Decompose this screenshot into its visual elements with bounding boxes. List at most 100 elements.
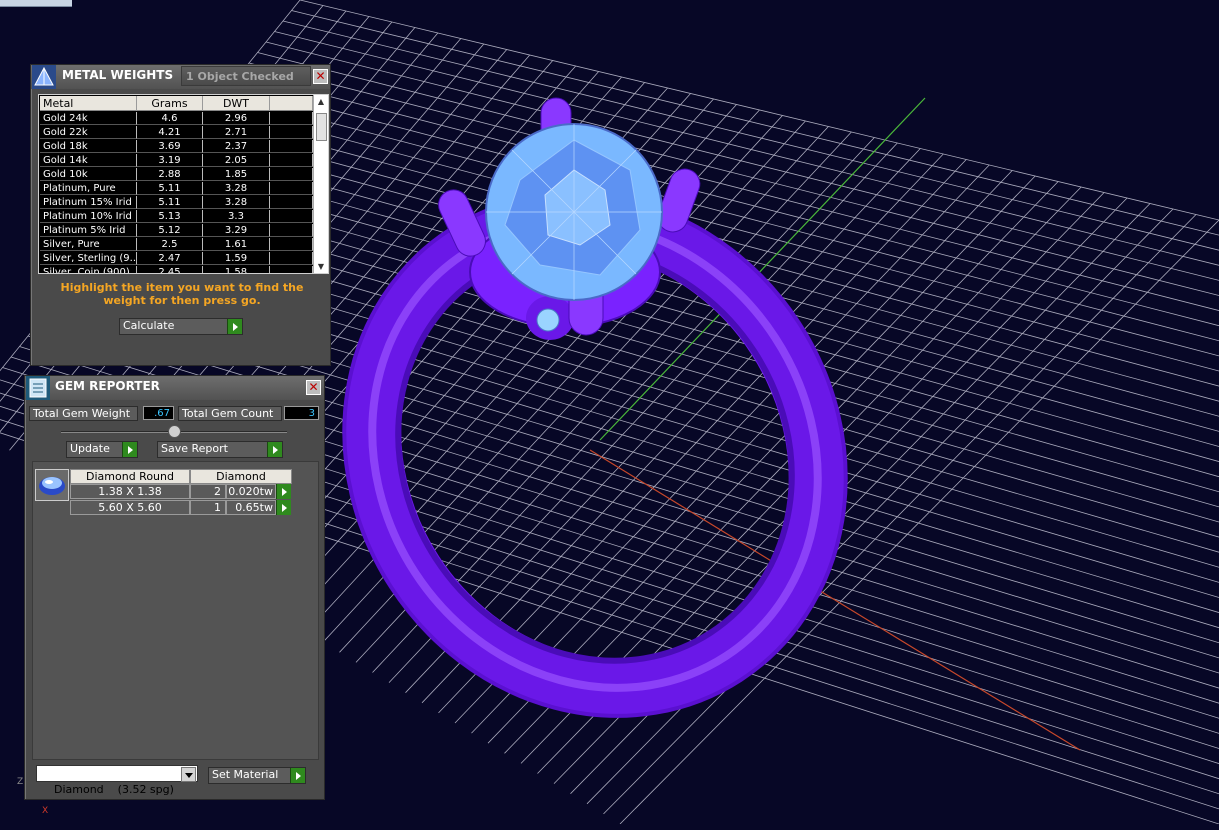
metal-table-scrollbar[interactable]: ▲ ▼ [313,95,328,273]
gem-row-1-go-button[interactable] [276,484,291,499]
set-material-button[interactable]: Set Material [208,767,306,784]
column-header-dwt[interactable]: DWT [203,96,270,111]
metal-weights-titlebar[interactable]: METAL WEIGHTS 1 Object Checked ✕ [31,65,330,89]
top-tab[interactable] [0,0,72,7]
table-row[interactable]: Gold 22k4.212.71 [39,126,311,140]
update-button[interactable]: Update [66,441,138,458]
metal-name-cell[interactable]: Silver, Sterling (9... [40,252,137,265]
grams-cell[interactable]: 5.11 [137,182,203,195]
scroll-thumb[interactable] [316,113,327,141]
grams-cell[interactable]: 5.13 [137,210,203,223]
blank-cell[interactable] [270,196,313,209]
dwt-cell[interactable]: 1.58 [203,266,270,274]
go-arrow-icon[interactable] [290,768,305,783]
dwt-cell[interactable]: 2.37 [203,140,270,153]
table-row[interactable]: Gold 18k3.692.37 [39,140,311,154]
table-row[interactable]: Gold 10k2.881.85 [39,168,311,182]
table-row[interactable]: Gold 24k4.62.96 [39,112,311,126]
blank-cell[interactable] [270,224,313,237]
grams-cell[interactable]: 3.69 [137,140,203,153]
table-row[interactable]: Platinum 15% Irid5.113.28 [39,196,311,210]
grams-cell[interactable]: 4.21 [137,126,203,139]
go-arrow-icon[interactable] [276,484,291,499]
blank-cell[interactable] [270,182,313,195]
blank-cell[interactable] [270,210,313,223]
checked-status-tab[interactable]: 1 Object Checked [181,66,311,86]
table-row[interactable]: Silver, Pure2.51.61 [39,238,311,252]
grams-cell[interactable]: 2.88 [137,168,203,181]
gem-row-2-count[interactable]: 1 [190,500,226,515]
dwt-cell[interactable]: 1.85 [203,168,270,181]
metal-name-cell[interactable]: Platinum 10% Irid [40,210,137,223]
dwt-cell[interactable]: 3.28 [203,196,270,209]
blank-cell[interactable] [270,140,313,153]
blank-cell[interactable] [270,112,313,125]
gem-row-2-weight[interactable]: 0.65tw [226,500,276,515]
gem-header-material: Diamond [190,469,292,484]
gem-row-1-weight[interactable]: 0.020tw [226,484,276,499]
scroll-up-icon[interactable]: ▲ [314,95,328,108]
blank-cell[interactable] [270,266,313,274]
total-gem-weight-value: .67 [143,406,174,420]
metal-weights-table[interactable]: Metal Grams DWT Gold 24k4.62.96Gold 22k4… [38,94,329,274]
grams-cell[interactable]: 2.5 [137,238,203,251]
gem-row-2-go-button[interactable] [276,500,291,515]
gem-row-2-size[interactable]: 5.60 X 5.60 [70,500,190,515]
metal-name-cell[interactable]: Gold 14k [40,154,137,167]
metal-name-cell[interactable]: Silver, Pure [40,238,137,251]
grams-cell[interactable]: 5.12 [137,224,203,237]
calculate-button[interactable]: Calculate [119,318,243,335]
gem-reporter-titlebar[interactable]: GEM REPORTER ✕ [25,376,324,400]
axis-x-label: X [42,806,48,816]
dwt-cell[interactable]: 1.61 [203,238,270,251]
metal-name-cell[interactable]: Gold 22k [40,126,137,139]
grams-cell[interactable]: 2.45 [137,266,203,274]
blank-cell[interactable] [270,154,313,167]
close-icon[interactable]: ✕ [306,380,321,395]
go-arrow-icon[interactable] [267,442,282,457]
dwt-cell[interactable]: 2.71 [203,126,270,139]
table-row[interactable]: Gold 14k3.192.05 [39,154,311,168]
table-row[interactable]: Silver, Coin (900)2.451.58 [39,266,311,274]
dwt-cell[interactable]: 2.05 [203,154,270,167]
material-select[interactable]: Diamond (3.52 spg) [36,765,198,782]
column-header-metal[interactable]: Metal [40,96,137,111]
metal-name-cell[interactable]: Silver, Coin (900) [40,266,137,274]
metal-name-cell[interactable]: Gold 18k [40,140,137,153]
metal-name-cell[interactable]: Gold 10k [40,168,137,181]
dwt-cell[interactable]: 3.3 [203,210,270,223]
go-arrow-icon[interactable] [122,442,137,457]
table-row[interactable]: Silver, Sterling (9...2.471.59 [39,252,311,266]
dwt-cell[interactable]: 3.29 [203,224,270,237]
gem-row-1-count[interactable]: 2 [190,484,226,499]
table-row[interactable]: Platinum 5% Irid5.123.29 [39,224,311,238]
dwt-cell[interactable]: 3.28 [203,182,270,195]
go-arrow-icon[interactable] [276,500,291,515]
close-icon[interactable]: ✕ [313,69,328,84]
gem-thumbnail-icon[interactable] [35,469,69,501]
dwt-cell[interactable]: 2.96 [203,112,270,125]
slider-handle[interactable] [168,425,181,438]
metal-name-cell[interactable]: Gold 24k [40,112,137,125]
scroll-down-icon[interactable]: ▼ [314,260,328,273]
blank-cell[interactable] [270,252,313,265]
grams-cell[interactable]: 5.11 [137,196,203,209]
blank-cell[interactable] [270,168,313,181]
save-report-button[interactable]: Save Report [157,441,283,458]
gem-row-1-size[interactable]: 1.38 X 1.38 [70,484,190,499]
column-header-blank [270,96,313,111]
metal-name-cell[interactable]: Platinum 15% Irid [40,196,137,209]
metal-name-cell[interactable]: Platinum 5% Irid [40,224,137,237]
go-arrow-icon[interactable] [227,319,242,334]
grams-cell[interactable]: 4.6 [137,112,203,125]
dropdown-arrow-icon[interactable] [181,767,196,782]
blank-cell[interactable] [270,126,313,139]
dwt-cell[interactable]: 1.59 [203,252,270,265]
table-row[interactable]: Platinum 10% Irid5.133.3 [39,210,311,224]
grams-cell[interactable]: 2.47 [137,252,203,265]
grams-cell[interactable]: 3.19 [137,154,203,167]
blank-cell[interactable] [270,238,313,251]
column-header-grams[interactable]: Grams [137,96,203,111]
metal-name-cell[interactable]: Platinum, Pure [40,182,137,195]
table-row[interactable]: Platinum, Pure5.113.28 [39,182,311,196]
